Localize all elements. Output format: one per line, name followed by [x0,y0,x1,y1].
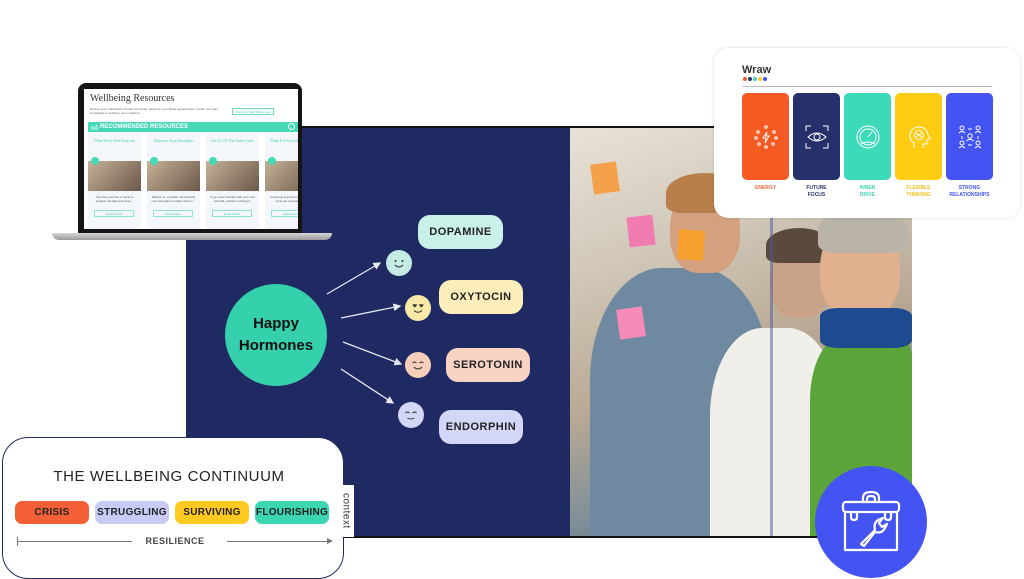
card-badge-icon [268,157,276,165]
wellbeing-resources-page: Wellbeing Resources Browse your individu… [84,89,298,229]
laptop-base [52,233,332,240]
continuum-title: THE WELLBEING CONTINUUM [53,468,285,485]
hormone-pill-serotonin: SEROTONIN [446,348,530,382]
arrow-oxytocin [340,303,402,319]
hormone-pill-dopamine: DOPAMINE [418,215,503,249]
arrow-serotonin [342,341,403,366]
pillar-tile-strong-relationships [946,93,993,180]
wraw-logo: Wraw [742,64,772,76]
card-image [265,161,298,191]
card-description: Fostering a growth mindset can serve as … [270,195,298,203]
resource-card[interactable]: What Went Well Exercise Use this exercis… [88,134,141,229]
hormone-pill-oxytocin: OXYTOCIN [439,280,523,314]
stage-struggling: STRUGGLING [95,501,169,524]
logo-dot [758,77,762,81]
card-badge-icon [150,157,158,165]
stage-surviving: SURVIVING [175,501,249,524]
card-title: What Went Well Exercise [93,138,136,143]
energy-icon [753,124,778,149]
pillar-label: FUTURE FOCUS [806,185,827,198]
sticky-note [590,161,620,195]
calm-face-icon [398,402,424,428]
pillar-label: INNER DRIVE [859,185,876,198]
hormone-label: ENDORPHIN [445,421,517,433]
thumbs-up-icon: 👍︎ [91,125,99,132]
read-article-button[interactable]: Read Article [94,210,134,217]
search-filter-button[interactable]: Search & Filter Resources [232,108,274,115]
arrow-dopamine [326,262,382,295]
context-tab: context [338,485,354,537]
people-network-icon [958,125,981,148]
logo-dot [763,77,767,81]
pillar-tile-flexible-thinking [895,93,942,180]
logo-dot [748,77,752,81]
resource-card[interactable]: Let Go Of The Inner Critic If you aren't… [206,134,259,229]
read-article-button[interactable]: Read Article [153,210,193,217]
card-image [88,161,141,191]
hormone-label: DOPAMINE [429,226,492,238]
wraw-pillars-card: Wraw ENERGY FUTURE FOCUS INNER DRIVE FLE… [714,48,1020,218]
resource-card[interactable]: What Is A Growth Mindset Fostering a gro… [265,134,298,229]
resources-title: Wellbeing Resources [90,93,175,104]
sticky-note [626,214,656,248]
gauge-icon [856,125,879,148]
card-title: Discover Your Strengths [153,138,194,143]
toolbox-wrench-icon [841,490,901,552]
context-label: context [340,493,352,529]
eye-focus-icon [805,125,828,148]
heart-eyes-face-icon [405,295,431,321]
logo-dot [743,77,747,81]
happy-closed-eyes-face-icon [405,352,431,378]
hub-line-2: Hormones [238,337,314,354]
hormone-label: OXYTOCIN [450,291,512,303]
pillar-label: STRONG RELATIONSHIPS [949,185,990,198]
card-image [147,161,200,191]
hormone-pill-endorphin: ENDORPHIN [439,410,523,444]
pillar-tiles [742,93,993,180]
resilience-axis: RESILIENCE [17,536,333,546]
head-brain-icon [908,125,931,148]
axis-line [227,541,331,542]
sticky-note [616,306,646,340]
chevron-down-icon[interactable] [288,123,295,130]
card-description: Reflect on, consider, and identify core … [151,195,196,203]
smile-face-icon [386,250,412,276]
hub-line-1: Happy [253,315,299,332]
sticky-note [676,229,706,261]
pillar-label: FLEXIBLE THINKING [906,185,931,198]
card-badge-icon [209,157,217,165]
card-description: Use this exercise to foster a positive m… [95,195,134,203]
card-title: What Is A Growth Mindset [269,138,298,143]
resources-description: Browse your individually curated resourc… [90,107,218,115]
continuum-stages: CRISIS STRUGGLING SURVIVING FLOURISHING [15,501,329,524]
logo-dot [753,77,757,81]
wellbeing-continuum-card: THE WELLBEING CONTINUUM CRISIS STRUGGLIN… [2,437,344,579]
happy-hormones-hub: Happy Hormones [225,284,327,386]
stage-flourishing: FLOURISHING [255,501,329,524]
card-title: Let Go Of The Inner Critic [210,138,255,143]
stage-crisis: CRISIS [15,501,89,524]
read-article-button[interactable]: Read Article [212,210,252,217]
read-article-button[interactable]: Read Article [271,210,298,217]
divider [742,86,992,87]
arrow-endorphin [340,368,395,404]
pillar-tile-inner-drive [844,93,891,180]
card-description: If you aren't familiar with your own sel… [209,195,256,203]
resource-cards: What Went Well Exercise Use this exercis… [88,134,298,229]
pillar-label: ENERGY [754,185,777,191]
hormone-label: SEROTONIN [453,359,523,371]
person-scarf [820,308,912,348]
pillar-labels: ENERGY FUTURE FOCUS INNER DRIVE FLEXIBLE TH… [742,185,993,199]
pillar-tile-future-focus [793,93,840,180]
card-image [206,161,259,191]
resource-card[interactable]: Discover Your Strengths Reflect on, cons… [147,134,200,229]
arrow-right-icon [327,538,333,544]
banner-label: RECOMMENDED RESOURCES [100,124,189,130]
laptop-screen: Wellbeing Resources Browse your individu… [78,83,302,233]
wraw-logo-dots [743,77,767,81]
toolbox-badge [815,466,927,578]
recommended-banner[interactable]: 👍︎ RECOMMENDED RESOURCES [88,122,298,132]
card-badge-icon [91,157,99,165]
pillar-tile-energy [742,93,789,180]
